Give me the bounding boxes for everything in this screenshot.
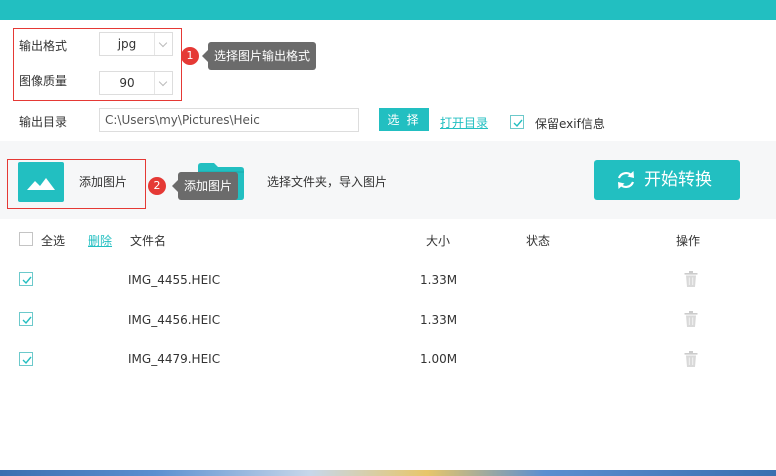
- keep-exif-label: 保留exif信息: [535, 117, 605, 131]
- taskbar-strip: [0, 470, 776, 476]
- chevron-down-icon: [154, 33, 172, 55]
- column-header-status: 状态: [526, 234, 551, 248]
- table-row[interactable]: IMG_4456.HEIC 1.33M: [0, 301, 776, 339]
- row-checkbox[interactable]: [19, 352, 33, 366]
- annotation-tooltip-1: 选择图片输出格式: [201, 42, 317, 70]
- add-image-label: 添加图片: [79, 175, 128, 189]
- column-header-size: 大小: [426, 234, 451, 248]
- trash-icon[interactable]: [684, 271, 698, 287]
- row-file-name: IMG_4456.HEIC: [128, 313, 221, 327]
- annotation-badge-1: 1: [181, 47, 199, 65]
- trash-icon[interactable]: [684, 311, 698, 327]
- row-file-size: 1.33M: [420, 273, 458, 287]
- select-all-checkbox[interactable]: [19, 232, 33, 246]
- refresh-icon: [617, 171, 635, 189]
- trash-icon[interactable]: [684, 351, 698, 367]
- choose-dir-button[interactable]: 选 择: [379, 108, 429, 131]
- title-bar: [0, 0, 776, 20]
- annotation-badge-2: 2: [148, 177, 166, 195]
- row-file-size: 1.33M: [420, 313, 458, 327]
- select-folder-label[interactable]: 选择文件夹，导入图片: [267, 173, 387, 190]
- row-file-name: IMG_4455.HEIC: [128, 273, 221, 287]
- quality-select-value: 90: [119, 76, 135, 90]
- open-dir-link[interactable]: 打开目录: [440, 114, 488, 131]
- output-dir-label: 输出目录: [19, 115, 68, 129]
- start-convert-button[interactable]: 开始转换: [594, 160, 740, 200]
- select-all-label: 全选: [41, 234, 66, 248]
- annotation-tooltip-2: 添加图片: [171, 172, 239, 200]
- row-file-size: 1.00M: [420, 352, 458, 366]
- table-row[interactable]: IMG_4455.HEIC 1.33M: [0, 262, 776, 300]
- row-checkbox[interactable]: [19, 312, 33, 326]
- chevron-down-icon: [154, 72, 172, 94]
- column-header-name: 文件名: [130, 234, 167, 248]
- add-image-button[interactable]: 添加图片: [18, 162, 138, 202]
- image-icon: [18, 162, 64, 202]
- quality-select[interactable]: 90: [99, 71, 173, 95]
- table-row[interactable]: IMG_4479.HEIC 1.00M: [0, 340, 776, 378]
- delete-link[interactable]: 删除: [88, 232, 112, 249]
- row-checkbox[interactable]: [19, 272, 33, 286]
- start-convert-label: 开始转换: [644, 170, 712, 189]
- column-header-action: 操作: [676, 234, 701, 248]
- format-select-value: jpg: [117, 37, 137, 51]
- format-label: 输出格式: [19, 39, 68, 53]
- row-file-name: IMG_4479.HEIC: [128, 352, 221, 366]
- quality-label: 图像质量: [19, 74, 68, 88]
- keep-exif-checkbox[interactable]: [510, 115, 524, 129]
- format-select[interactable]: jpg: [99, 32, 173, 56]
- output-dir-input[interactable]: [99, 108, 359, 132]
